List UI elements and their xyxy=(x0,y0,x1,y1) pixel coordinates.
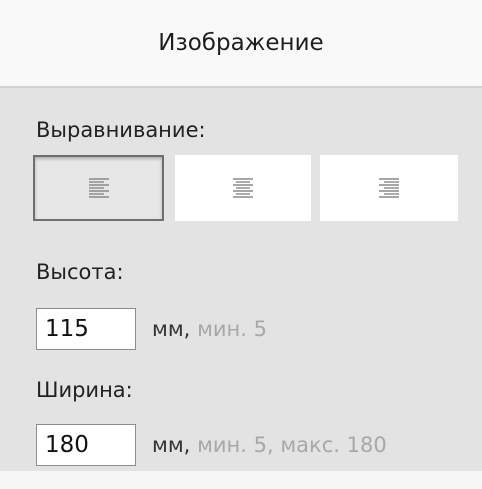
panel-bottom xyxy=(0,471,482,489)
align-left-icon xyxy=(88,178,109,198)
align-right-button[interactable] xyxy=(320,155,458,221)
alignment-label: Выравнивание: xyxy=(36,118,206,142)
height-unit: мм, xyxy=(152,317,191,341)
align-left-button[interactable] xyxy=(33,155,164,221)
width-label: Ширина: xyxy=(36,378,133,402)
image-settings-panel: Изображение Выравнивание: Высота: 115 мм… xyxy=(0,0,482,489)
height-min-text: мин. 5 xyxy=(197,317,267,341)
height-constraint-hint: мм, мин. 5 xyxy=(152,317,267,341)
align-center-icon xyxy=(233,178,253,198)
panel-header: Изображение xyxy=(0,0,482,88)
width-unit: мм, xyxy=(152,433,191,457)
width-input[interactable] xyxy=(36,424,136,466)
height-input[interactable] xyxy=(36,308,136,350)
align-center-button[interactable] xyxy=(175,155,311,221)
alignment-button-group xyxy=(33,155,458,221)
width-constraint-hint: мм, мин. 5, макс. 180 xyxy=(152,433,387,457)
height-label: Высота: xyxy=(36,260,124,284)
width-range-text: мин. 5, макс. 180 xyxy=(197,433,387,457)
panel-title: Изображение xyxy=(158,30,324,56)
align-right-icon xyxy=(379,178,399,198)
